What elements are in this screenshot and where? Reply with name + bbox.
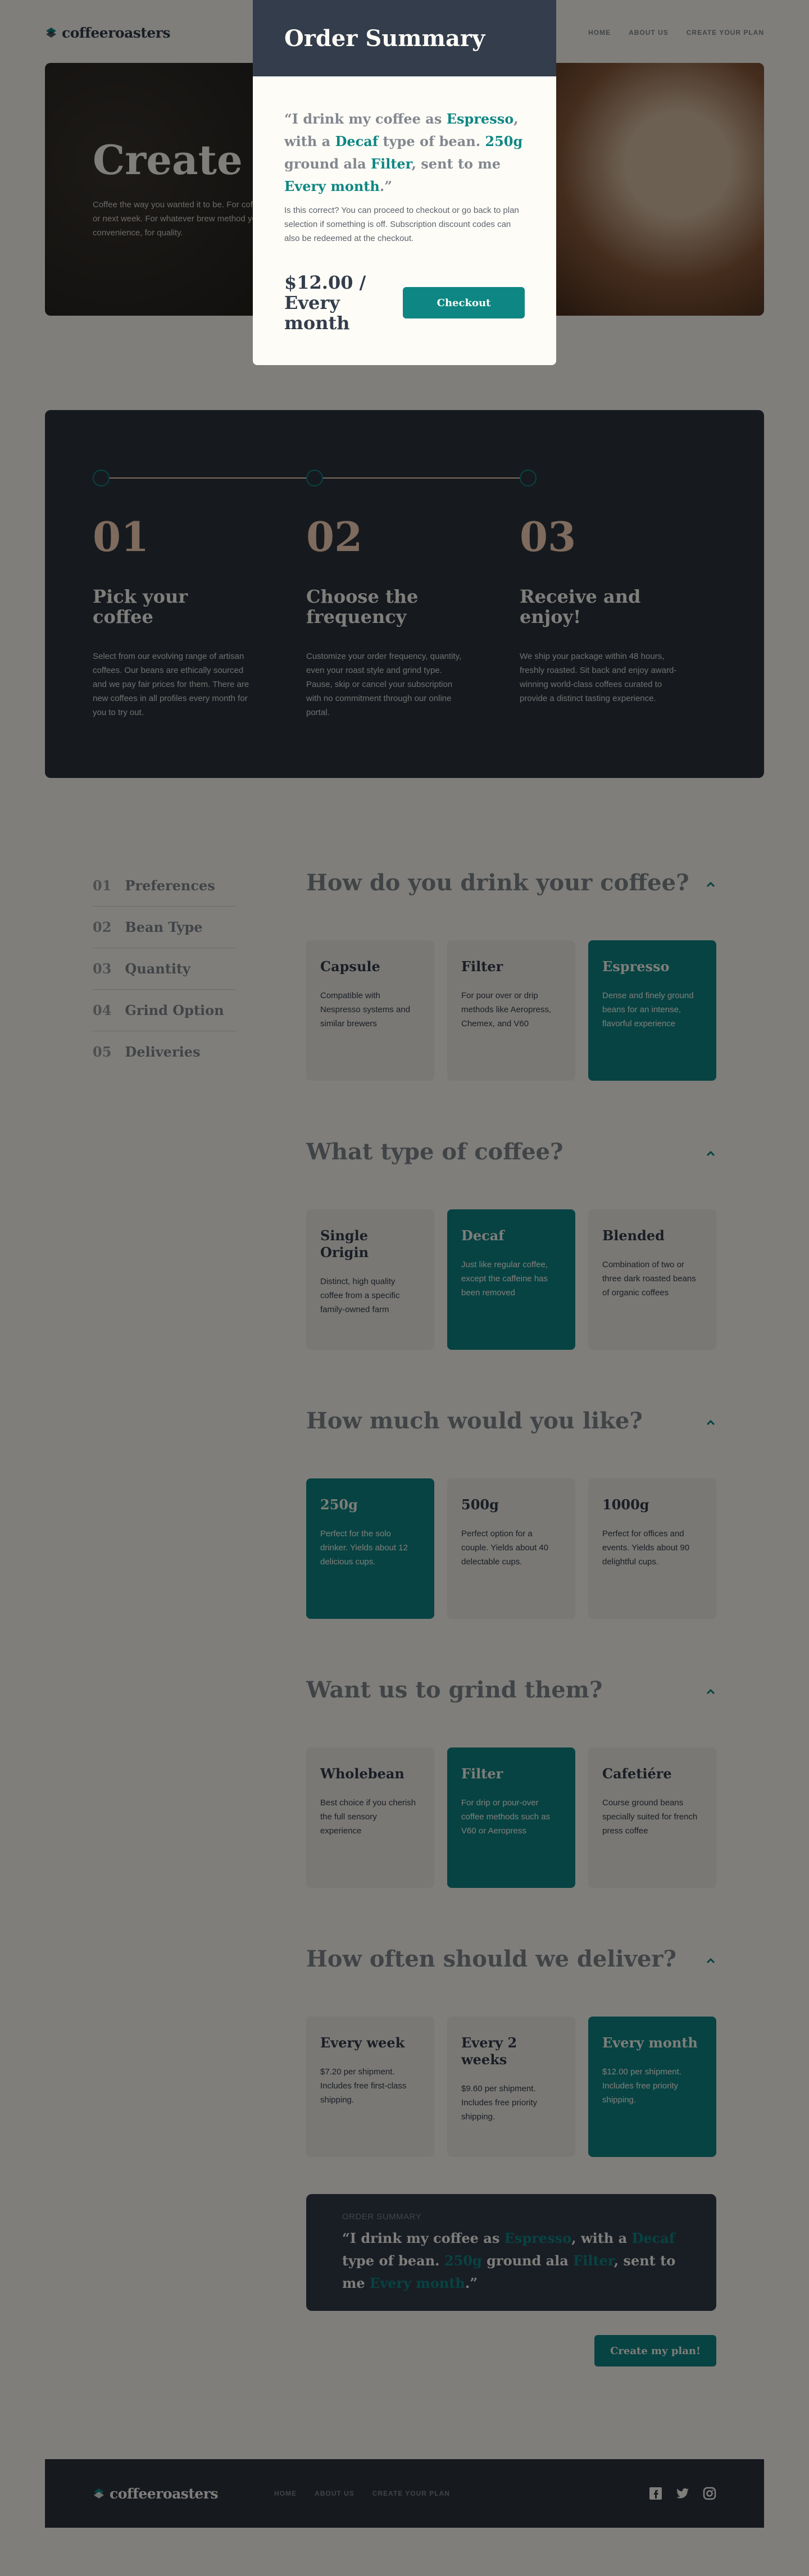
summary-part: .”: [379, 178, 393, 194]
summary-choice: Decaf: [335, 133, 379, 149]
modal-summary-text: “I drink my coffee as Espresso, with a D…: [284, 108, 525, 198]
summary-choice: Espresso: [446, 111, 514, 127]
summary-choice: Every month: [284, 178, 380, 194]
modal-footer: $12.00 / Every month Checkout: [284, 272, 525, 333]
summary-part: type of bean.: [378, 133, 485, 149]
summary-part: , sent to me: [411, 156, 501, 172]
summary-choice: 250g: [485, 133, 523, 149]
modal-body: “I drink my coffee as Espresso, with a D…: [253, 76, 556, 333]
summary-choice: Filter: [371, 156, 412, 172]
price-label: $12.00 / Every month: [284, 272, 366, 334]
checkout-button[interactable]: Checkout: [403, 287, 525, 318]
order-summary-modal: Order Summary “I drink my coffee as Espr…: [253, 0, 556, 365]
summary-part: “I drink my coffee as: [284, 111, 447, 127]
modal-note: Is this correct? You can proceed to chec…: [284, 206, 519, 243]
summary-part: ground ala: [284, 156, 371, 172]
modal-backdrop[interactable]: [0, 0, 809, 2576]
modal-header: Order Summary: [253, 0, 556, 76]
modal-title: Order Summary: [284, 25, 485, 52]
